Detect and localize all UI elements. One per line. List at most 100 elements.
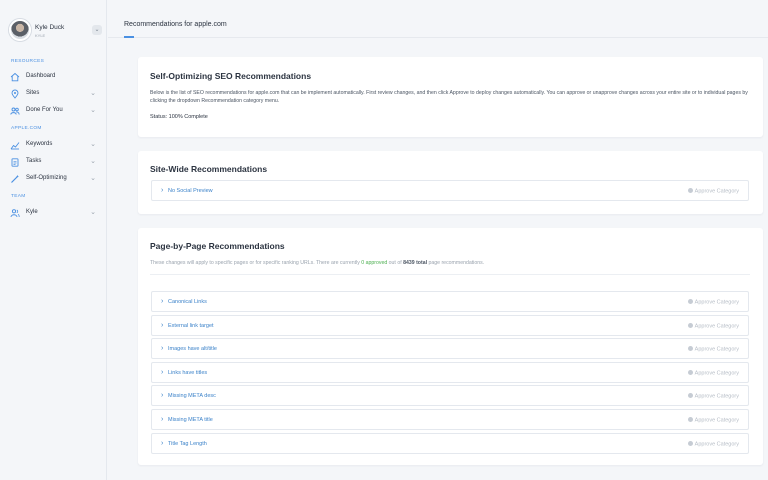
chevron-right-icon: › (161, 369, 164, 376)
desc-prefix: These changes will apply to specific pag… (150, 260, 362, 266)
sidebar-item-dashboard[interactable]: Dashboard (10, 71, 100, 83)
card-description: Below is the list of SEO recommendations… (150, 90, 748, 104)
sidebar-item-label: Keywords (26, 141, 53, 147)
chevron-down-icon[interactable]: ⌄ (90, 106, 96, 114)
recommendation-row[interactable]: › Missing META desc Approve Category (151, 385, 749, 406)
sidebar-item-label: Tasks (26, 158, 42, 164)
section-label-site: APPLE.COM (11, 126, 42, 131)
sidebar-item-self-optimizing[interactable]: Self-Optimizing ⌄ (10, 173, 100, 185)
sidebar-item-keywords[interactable]: Keywords ⌄ (10, 139, 100, 151)
approve-label: Approve Category (694, 441, 739, 448)
row-toggle[interactable]: › Canonical Links (161, 298, 207, 305)
card-title: Page-by-Page Recommendations (150, 241, 285, 251)
chevron-right-icon: › (161, 440, 164, 447)
active-tab-indicator (124, 36, 134, 38)
chevron-down-icon[interactable]: ⌄ (90, 208, 96, 216)
row-toggle[interactable]: › External link target (161, 322, 214, 329)
row-toggle[interactable]: › Missing META desc (161, 392, 216, 399)
approve-category-button[interactable]: Approve Category (687, 441, 739, 448)
chevron-down-icon[interactable]: ⌄ (90, 174, 96, 182)
chevron-right-icon: › (161, 345, 164, 352)
approved-count: 0 approved (361, 260, 388, 266)
check-circle-icon (687, 441, 693, 446)
chevron-right-icon: › (161, 322, 164, 329)
sidebar-item-sites[interactable]: Sites ⌄ (10, 88, 100, 100)
sidebar-item-label: Sites (26, 90, 40, 96)
approve-label: Approve Category (694, 346, 739, 353)
users-icon (10, 107, 20, 115)
row-toggle[interactable]: › Title Tag Length (161, 440, 207, 447)
recommendation-row[interactable]: › Missing META title Approve Category (151, 409, 749, 430)
row-label: External link target (168, 323, 214, 329)
approve-label: Approve Category (694, 417, 739, 424)
avatar[interactable] (9, 19, 31, 41)
approve-category-button[interactable]: Approve Category (687, 417, 739, 424)
user-subtitle: KYLE (35, 33, 46, 38)
sidebar-item-label: Done For You (26, 107, 63, 113)
desc-suffix: page recommendations. (427, 260, 485, 266)
clipboard-icon (11, 158, 19, 167)
row-label: Missing META title (168, 417, 213, 423)
approve-category-button[interactable]: Approve Category (687, 346, 739, 353)
recommendation-row[interactable]: › Links have titles Approve Category (151, 362, 749, 383)
home-icon (10, 72, 20, 82)
intro-card: Self-Optimizing SEO Recommendations Belo… (138, 57, 763, 137)
approve-category-button[interactable]: Approve Category (687, 370, 739, 377)
user-dropdown-toggle[interactable]: ⌄ (92, 25, 102, 35)
approve-category-button[interactable]: Approve Category (687, 188, 739, 195)
approve-label: Approve Category (694, 299, 739, 306)
check-circle-icon (687, 323, 693, 328)
approve-label: Approve Category (694, 370, 739, 377)
team-icon (10, 209, 20, 218)
wand-icon (11, 175, 19, 183)
recommendation-row[interactable]: › External link target Approve Category (151, 315, 749, 336)
header: Recommendations for apple.com (108, 0, 768, 38)
sidebar-item-kyle[interactable]: Kyle ⌄ (10, 207, 100, 219)
status-text: Status: 100% Complete (150, 114, 208, 120)
sidebar-item-tasks[interactable]: Tasks ⌄ (10, 156, 100, 168)
sidebar-item-done-for-you[interactable]: Done For You ⌄ (10, 105, 100, 117)
chevron-right-icon: › (161, 392, 164, 399)
check-circle-icon (687, 188, 693, 193)
section-label-resources: RESOURCES (11, 59, 45, 64)
chevron-right-icon: › (161, 298, 164, 305)
section-label-team: TEAM (11, 194, 26, 199)
chevron-down-icon[interactable]: ⌄ (90, 89, 96, 97)
check-circle-icon (687, 417, 693, 422)
page-title: Recommendations for apple.com (124, 21, 227, 28)
user-menu[interactable]: Kyle Duck KYLE ⌄ (9, 19, 102, 45)
approve-category-button[interactable]: Approve Category (687, 299, 739, 306)
row-label: Missing META desc (168, 393, 216, 399)
row-toggle[interactable]: › No Social Preview (161, 187, 213, 194)
approve-category-button[interactable]: Approve Category (687, 393, 739, 400)
row-toggle[interactable]: › Images have alt/title (161, 345, 217, 352)
row-label: Canonical Links (168, 299, 207, 305)
check-circle-icon (687, 299, 693, 304)
recommendation-row[interactable]: › Canonical Links Approve Category (151, 291, 749, 312)
row-label: Images have alt/title (168, 346, 217, 352)
page-by-page-card: Page-by-Page Recommendations These chang… (138, 228, 763, 465)
row-label: Links have titles (168, 370, 208, 376)
chart-icon (10, 142, 20, 150)
chevron-right-icon: › (161, 187, 164, 194)
approve-category-button[interactable]: Approve Category (687, 323, 739, 330)
approve-label: Approve Category (694, 323, 739, 330)
location-pin-icon (11, 89, 19, 99)
total-count: 8439 total (403, 260, 428, 266)
recommendation-row[interactable]: › Images have alt/title Approve Category (151, 338, 749, 359)
chevron-down-icon[interactable]: ⌄ (90, 157, 96, 165)
sidebar-item-label: Self-Optimizing (26, 175, 67, 181)
row-toggle[interactable]: › Links have titles (161, 369, 208, 376)
recommendation-row[interactable]: › Title Tag Length Approve Category (151, 433, 749, 454)
sidebar-item-label: Dashboard (26, 73, 56, 79)
recommendation-row[interactable]: › No Social Preview Approve Category (151, 180, 749, 201)
chevron-down-icon[interactable]: ⌄ (90, 140, 96, 148)
row-toggle[interactable]: › Missing META title (161, 416, 213, 423)
approve-label: Approve Category (694, 188, 739, 195)
sitewide-card: Site-Wide Recommendations › No Social Pre… (138, 151, 763, 214)
check-circle-icon (687, 393, 693, 398)
sidebar-item-label: Kyle (26, 209, 38, 215)
sidebar: Kyle Duck KYLE ⌄ RESOURCES Dashboard Sit… (0, 0, 107, 480)
desc-middle: out of (387, 260, 404, 266)
approve-label: Approve Category (694, 393, 739, 400)
